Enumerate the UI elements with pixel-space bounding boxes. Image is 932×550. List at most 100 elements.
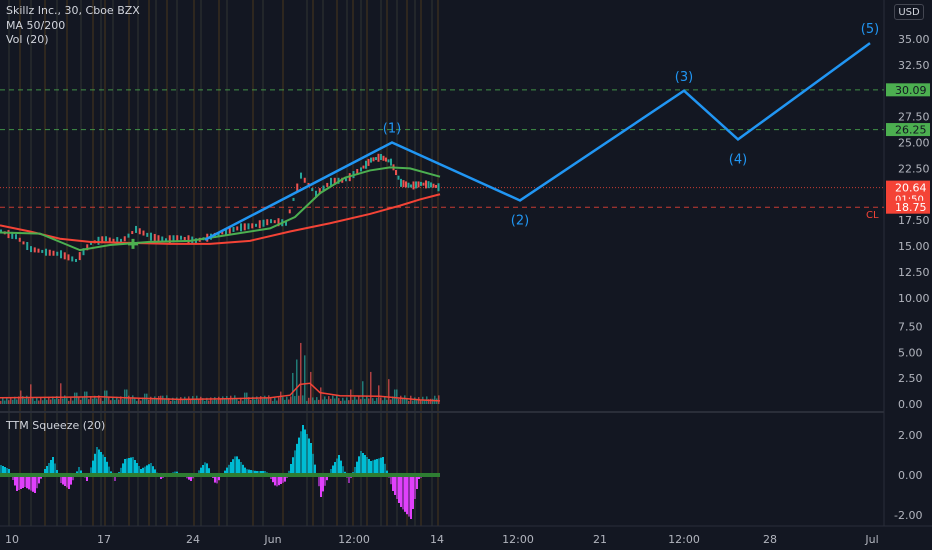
volume-bar [72, 400, 74, 404]
volume-bar [284, 399, 286, 404]
squeeze-bar [124, 459, 126, 475]
time-tick-label: 12:00 [668, 533, 700, 546]
volume-bar [338, 398, 340, 404]
squeeze-bar [18, 475, 20, 490]
squeeze-bar [126, 458, 128, 475]
squeeze-bar [30, 475, 32, 491]
volume-bar [438, 395, 440, 404]
session-band [346, 0, 348, 526]
squeeze-bar [16, 475, 18, 491]
squeeze-bar [336, 458, 338, 475]
volume-bar [402, 398, 404, 404]
price-level-label: 30.09 [895, 84, 927, 97]
candle [15, 234, 17, 240]
candle [420, 181, 422, 186]
candle [37, 248, 40, 253]
squeeze-bar [382, 457, 384, 475]
candle [251, 223, 254, 229]
volume-tick-label: 0.00 [898, 398, 923, 411]
session-band [104, 0, 106, 526]
volume-bar [46, 399, 48, 404]
wave-label: (3) [675, 70, 693, 85]
session-band [414, 0, 416, 526]
candle [437, 183, 440, 192]
volume-bar [418, 397, 420, 404]
candle [232, 226, 235, 232]
volume-bar [30, 384, 32, 404]
squeeze-bar [372, 460, 374, 475]
volume-bar [238, 400, 240, 404]
volume-bar [38, 400, 40, 404]
volume-bar [384, 397, 386, 404]
chart-canvas[interactable]: 35.0032.5030.0027.5025.0022.5017.5015.00… [0, 0, 932, 550]
squeeze-tick-label: 2.00 [898, 429, 923, 442]
ma-legend[interactable]: MA 50/200 [6, 19, 65, 32]
squeeze-bar [68, 475, 70, 489]
session-band [218, 0, 220, 526]
volume-bar [400, 395, 402, 404]
squeeze-bar [234, 456, 236, 475]
candle [26, 242, 29, 250]
volume-bar [388, 379, 390, 404]
session-band [128, 0, 130, 526]
session-band [100, 0, 102, 526]
volume-bar [50, 399, 52, 404]
candle [63, 252, 66, 260]
price-level-label: 26.25 [895, 124, 927, 137]
volume-bar [432, 398, 434, 404]
squeeze-bar [34, 475, 36, 493]
volume-bar [230, 395, 232, 404]
candle [430, 182, 432, 188]
squeeze-bar [20, 475, 22, 489]
squeeze-bar [104, 457, 106, 475]
candle [303, 177, 306, 183]
volume-bar [312, 397, 314, 404]
volume-bar [322, 399, 324, 404]
squeeze-bar [320, 475, 322, 497]
volume-bar [88, 399, 90, 404]
session-band [193, 0, 195, 526]
volume-bar [296, 359, 298, 404]
volume-bar [80, 399, 82, 404]
time-tick-label: Jun [263, 533, 281, 546]
price-tick-label: 25.00 [898, 137, 930, 150]
volume-bar [344, 400, 346, 404]
squeeze-bar [308, 438, 310, 475]
wave-label: (2) [511, 213, 529, 228]
candle [180, 235, 182, 240]
session-band [386, 0, 388, 526]
time-tick-label: 28 [763, 533, 777, 546]
volume-bar [4, 400, 6, 404]
symbol-legend[interactable]: Skillz Inc., 30, Cboe BZX [6, 4, 140, 17]
volume-bar [36, 397, 38, 404]
volume-bar [266, 398, 268, 404]
volume-legend[interactable]: Vol (20) [6, 33, 49, 46]
volume-bar [28, 398, 30, 404]
candle [247, 223, 250, 230]
candle [30, 246, 32, 253]
volume-bar [408, 400, 410, 404]
squeeze-legend[interactable]: TTM Squeeze (20) [6, 419, 105, 432]
wave-label: (5) [861, 22, 879, 37]
volume-bar [276, 400, 278, 404]
volume-bar [346, 397, 348, 404]
volume-bar [204, 400, 206, 404]
squeeze-bar [302, 425, 304, 475]
volume-tick-label: 2.50 [898, 372, 923, 385]
squeeze-bar [238, 459, 240, 475]
volume-bar [208, 400, 210, 404]
candle [435, 184, 437, 188]
volume-bar [152, 399, 154, 404]
candle [41, 249, 44, 253]
volume-bar [176, 397, 178, 404]
time-tick-label: Jul [864, 533, 878, 546]
currency-badge[interactable]: USD [894, 4, 924, 20]
volume-bar [154, 396, 156, 404]
candle [326, 182, 329, 187]
volume-bar [136, 400, 138, 404]
squeeze-bar [304, 429, 306, 475]
volume-bar [324, 396, 326, 404]
volume-bar [362, 381, 364, 404]
session-band [19, 0, 21, 526]
squeeze-bar [400, 475, 402, 507]
